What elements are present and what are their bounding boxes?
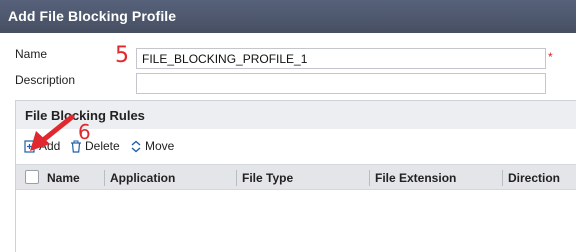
column-separator[interactable] (369, 170, 370, 186)
column-header-application[interactable]: Application (110, 171, 175, 185)
column-separator[interactable] (236, 170, 237, 186)
column-header-direction[interactable]: Direction (508, 171, 560, 185)
rules-table-header: Name Application File Type File Extensio… (16, 164, 576, 190)
column-separator[interactable] (104, 170, 105, 186)
move-updown-icon (131, 140, 141, 152)
description-input[interactable] (136, 73, 546, 94)
select-all-checkbox[interactable] (25, 170, 39, 184)
required-marker: * (548, 50, 553, 64)
column-header-name[interactable]: Name (47, 171, 80, 185)
column-separator[interactable] (502, 170, 503, 186)
panel-header: File Blocking Rules (16, 101, 576, 129)
annotation-step-5: 5 (115, 43, 129, 68)
description-label: Description (15, 73, 76, 87)
name-label: Name (15, 47, 48, 61)
annotation-step-6: 6 (78, 120, 91, 144)
rules-toolbar: Add Delete Move (16, 136, 576, 156)
dialog-titlebar: Add File Blocking Profile (0, 0, 576, 33)
column-header-file-type[interactable]: File Type (242, 171, 293, 185)
dialog-title: Add File Blocking Profile (8, 8, 177, 24)
move-button[interactable]: Move (130, 139, 174, 153)
file-blocking-rules-panel: File Blocking Rules Add Delete Move Name… (15, 100, 576, 252)
move-label: Move (145, 139, 175, 153)
column-header-file-extension[interactable]: File Extension (375, 171, 456, 185)
annotation-arrow-icon (30, 114, 75, 151)
name-input[interactable]: FILE_BLOCKING_PROFILE_1 (136, 48, 546, 69)
